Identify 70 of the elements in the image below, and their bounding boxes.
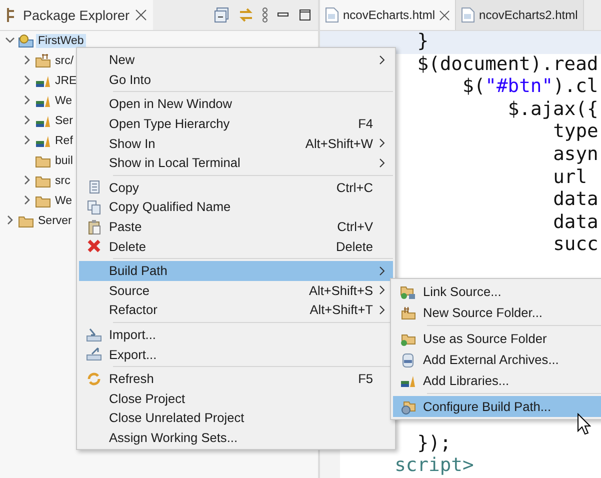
tree-item[interactable]: Ser <box>53 114 75 128</box>
more-options-icon[interactable] <box>262 7 268 23</box>
menu-item[interactable]: Import... <box>79 324 393 344</box>
maximize-icon[interactable] <box>298 8 312 22</box>
delete-icon <box>86 238 102 254</box>
menu-item[interactable]: Close Project <box>79 388 393 408</box>
tree-item[interactable]: src/ <box>53 54 76 68</box>
menu-item[interactable]: Assign Working Sets... <box>79 428 393 448</box>
menu-item[interactable]: Add External Archives... <box>393 349 601 370</box>
menu-item[interactable]: New Source Folder... <box>393 302 601 323</box>
code-line: } <box>417 31 429 54</box>
close-icon[interactable] <box>439 10 450 20</box>
view-tab[interactable]: Package Explorer <box>0 0 153 30</box>
editor-tab[interactable]: ncovEcharts.html <box>320 0 456 30</box>
menu-item[interactable]: Show in Local Terminal <box>79 152 393 173</box>
code-line: data <box>553 212 598 234</box>
code-line: succ <box>553 234 598 257</box>
collapse-all-icon[interactable] <box>214 7 230 23</box>
menu-item[interactable]: Add Libraries... <box>393 370 601 391</box>
menu-item[interactable]: Link Source... <box>393 281 601 302</box>
menu-item[interactable]: Close Unrelated Project <box>79 408 393 428</box>
menu-item[interactable]: Export... <box>79 344 393 364</box>
html-file-icon <box>461 7 476 23</box>
html-file-icon <box>325 7 339 23</box>
code-line: asyn <box>553 144 598 167</box>
project-icon <box>18 33 34 49</box>
menu-item[interactable]: Source Alt+Shift+S <box>79 280 393 300</box>
menu-item[interactable]: Copy Qualified Name <box>79 197 393 217</box>
code-line: script> <box>394 455 474 478</box>
code-line: $.ajax({ <box>508 98 598 122</box>
tree-item[interactable]: src <box>53 174 72 188</box>
mouse-pointer-icon <box>577 413 591 435</box>
menu-item[interactable]: Delete Delete <box>79 236 393 256</box>
menu-item[interactable]: Open in New Window <box>79 94 393 114</box>
code-line: data <box>553 189 598 212</box>
menu-item[interactable]: Refresh F5 <box>79 368 393 388</box>
menu-item[interactable]: Copy Ctrl+C <box>79 178 393 198</box>
menu-item[interactable]: Refactor Alt+Shift+T <box>79 300 393 320</box>
tree-item[interactable]: Ref <box>53 134 75 148</box>
copy-icon <box>86 198 102 215</box>
source-folder-icon <box>400 304 416 320</box>
tree-item[interactable]: We <box>53 94 74 108</box>
tree-item[interactable]: FirstWeb <box>36 34 86 48</box>
editor-tab[interactable]: ncovEcharts2.html <box>456 0 584 30</box>
tree-item[interactable]: Server <box>36 214 74 228</box>
menu-item[interactable]: Build Path <box>79 260 393 281</box>
menu-item[interactable]: Open Type Hierarchy F4 <box>79 114 393 134</box>
export-icon <box>86 346 102 362</box>
jar-icon <box>400 352 416 368</box>
tree-item[interactable]: JRE <box>53 74 79 88</box>
link-folder-icon <box>400 284 416 300</box>
menu-item[interactable]: Paste Ctrl+V <box>79 216 393 236</box>
code-line: type <box>553 121 598 144</box>
close-icon[interactable] <box>134 9 147 21</box>
code-line: }); <box>417 432 452 456</box>
code-line: url <box>553 166 588 190</box>
gear-folder-icon <box>400 398 416 414</box>
menu-item[interactable]: Configure Build Path... <box>393 396 601 417</box>
code-line: $(document).read <box>417 54 598 76</box>
paste-icon <box>86 218 102 235</box>
menu-item[interactable]: Show In Alt+Shift+W <box>79 133 393 153</box>
import-icon <box>86 326 102 343</box>
refresh-icon <box>86 370 102 387</box>
menu-item[interactable]: Go Into <box>79 70 393 90</box>
tree-item[interactable]: buil <box>53 154 75 168</box>
code-line: $("#btn").cl <box>462 76 598 99</box>
package-folder-icon <box>35 53 51 69</box>
tree-item[interactable]: We <box>53 194 74 208</box>
menu-item[interactable]: Use as Source Folder <box>393 328 601 349</box>
menu-item[interactable]: New <box>79 50 393 70</box>
